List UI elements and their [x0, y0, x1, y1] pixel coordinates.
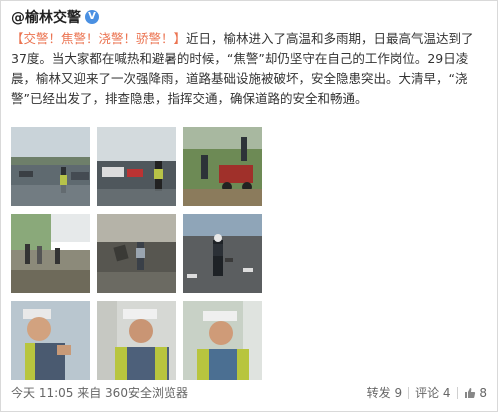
photo-rain-street-police[interactable]	[11, 127, 90, 206]
post-meta: 今天 11:05 来自 360安全浏览器	[11, 384, 188, 401]
photo-police-roadside-truck[interactable]	[183, 127, 262, 206]
photo-grid	[11, 127, 262, 380]
post-time[interactable]: 今天 11:05	[11, 386, 73, 400]
photo-flooded-road-crowd[interactable]	[11, 214, 90, 293]
photo-officer-smiling[interactable]	[183, 301, 262, 380]
photo-officer-flooded-crossing[interactable]	[183, 214, 262, 293]
post-footer: 今天 11:05 来自 360安全浏览器 转发 9 评论 4 8	[11, 384, 487, 401]
verified-v-icon: V	[85, 10, 99, 24]
comment-button[interactable]: 评论 4	[415, 384, 450, 401]
photo-traffic-rain-officer[interactable]	[97, 127, 176, 206]
photo-officer-cap-vest[interactable]	[97, 301, 176, 380]
like-button[interactable]: 8	[464, 386, 487, 400]
thumbs-up-icon	[464, 387, 475, 398]
post-source[interactable]: 来自 360安全浏览器	[77, 386, 188, 400]
account-name[interactable]: @榆林交警	[11, 7, 81, 27]
repost-button[interactable]: 转发 9	[367, 384, 402, 401]
post-actions: 转发 9 评论 4 8	[367, 384, 487, 401]
post-header: @榆林交警 V	[11, 7, 99, 27]
post-tag[interactable]: 【交警！焦警！浇警！骄警！】	[11, 31, 186, 46]
divider	[408, 386, 410, 399]
post-text: 【交警！焦警！浇警！骄警！】近日，榆林进入了高温和多雨期，日最高气温达到了37度…	[11, 29, 489, 109]
divider	[456, 386, 458, 399]
photo-officer-closeup-sweat[interactable]	[11, 301, 90, 380]
photo-officer-pushing-bin[interactable]	[97, 214, 176, 293]
like-count: 8	[479, 385, 487, 400]
weibo-post-card: @榆林交警 V 【交警！焦警！浇警！骄警！】近日，榆林进入了高温和多雨期，日最高…	[0, 0, 498, 412]
